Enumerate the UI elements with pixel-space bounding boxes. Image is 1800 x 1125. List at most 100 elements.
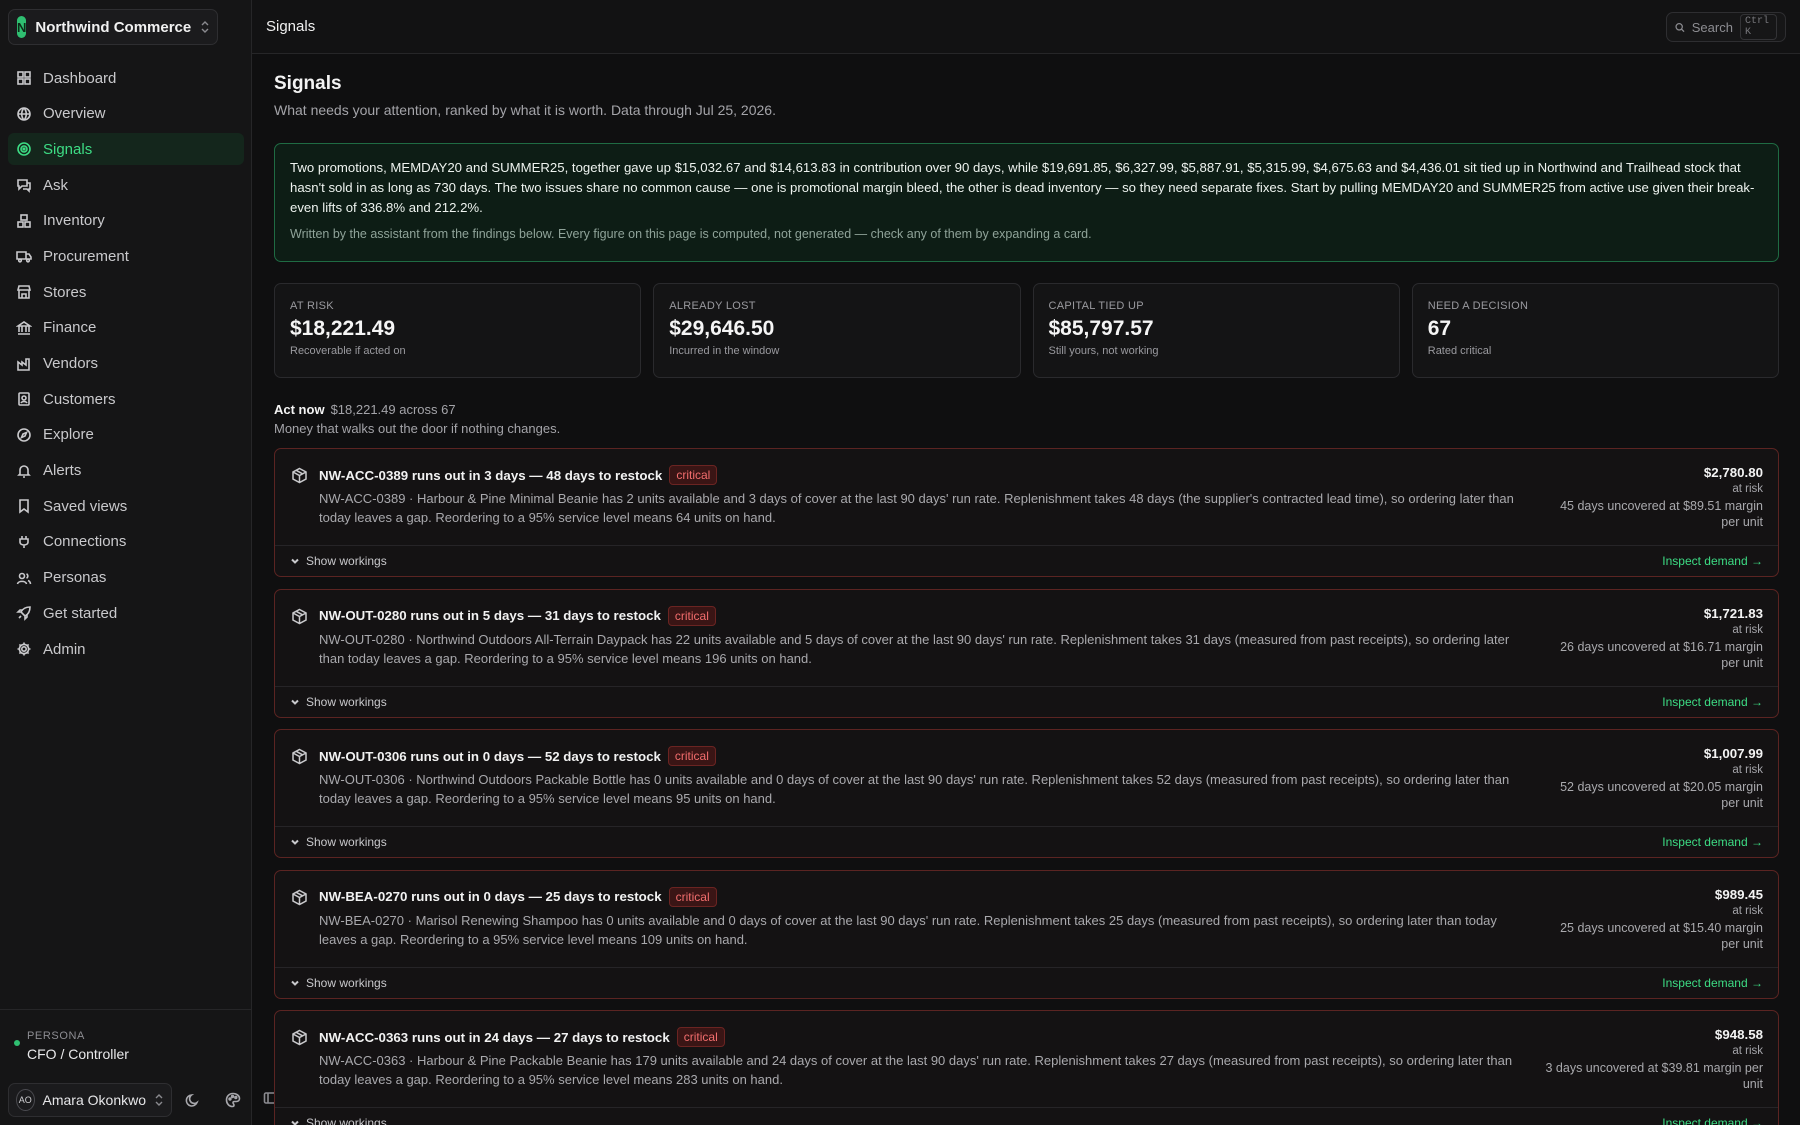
section-subtitle: Money that walks out the door if nothing…: [274, 421, 561, 436]
contact-icon: [16, 391, 32, 407]
signal-description: NW-BEA-0270 · Marisol Renewing Shampoo h…: [319, 912, 1497, 947]
bell-icon: [16, 463, 32, 479]
moon-icon[interactable]: [184, 1091, 202, 1109]
kpi-card-need-a-decision[interactable]: NEED A DECISION 67 Rated critical: [1411, 283, 1779, 378]
search-icon: [1675, 22, 1685, 32]
inspect-demand-link[interactable]: Inspect demand →: [1662, 1116, 1763, 1125]
sidebar-item-procurement[interactable]: Procurement: [8, 240, 244, 272]
signal-title-row: NW-ACC-0389 runs out in 3 days — 48 days…: [319, 465, 718, 485]
kpi-card-capital-tied-up[interactable]: CAPITAL TIED UP $85,797.57 Still yours, …: [1032, 283, 1400, 378]
package-icon: [291, 748, 308, 765]
sidebar-item-explore[interactable]: Explore: [8, 419, 244, 451]
sidebar-item-label: Get started: [43, 604, 118, 622]
signal-card[interactable]: NW-ACC-0389 runs out in 3 days — 48 days…: [274, 448, 1779, 577]
signal-footer: Show workings Inspect demand →: [275, 685, 1778, 717]
sidebar-item-label: Finance: [43, 319, 97, 337]
severity-badge: critical: [676, 1027, 725, 1047]
sidebar-item-stores[interactable]: Stores: [8, 276, 244, 308]
inspect-demand-link[interactable]: Inspect demand →: [1662, 976, 1763, 990]
signal-amount: $1,721.83: [1703, 605, 1763, 621]
signal-list: NW-ACC-0389 runs out in 3 days — 48 days…: [274, 448, 1779, 1125]
compass-icon: [16, 427, 32, 443]
kpi-card-already-lost[interactable]: ALREADY LOST $29,646.50 Incurred in the …: [653, 283, 1021, 378]
sidebar-item-alerts[interactable]: Alerts: [8, 455, 244, 487]
show-workings-toggle[interactable]: Show workings: [290, 554, 387, 568]
radar-icon: [16, 141, 32, 157]
signal-impact: $948.58 at risk 3 days uncovered at $39.…: [1543, 1027, 1764, 1092]
signal-amount: $2,780.80: [1703, 465, 1763, 480]
severity-badge: critical: [669, 465, 718, 485]
sidebar-item-connections[interactable]: Connections: [8, 526, 244, 558]
severity-badge: critical: [667, 746, 716, 766]
palette-icon[interactable]: [224, 1091, 242, 1109]
signal-impact: $1,007.99 at risk 52 days uncovered at $…: [1543, 746, 1763, 811]
sidebar-item-personas[interactable]: Personas: [8, 562, 244, 594]
user-menu[interactable]: AO Amara Okonkwo: [8, 1083, 172, 1117]
sidebar-item-label: Alerts: [43, 462, 82, 480]
signal-card[interactable]: NW-OUT-0306 runs out in 0 days — 52 days…: [274, 729, 1779, 858]
signal-uncovered: 26 days uncovered at $16.71 margin per u…: [1560, 639, 1763, 670]
kpi-card-at-risk[interactable]: AT RISK $18,221.49 Recoverable if acted …: [274, 283, 642, 378]
sidebar-item-overview[interactable]: Overview: [8, 98, 244, 130]
signal-footer: Show workings Inspect demand →: [275, 966, 1778, 998]
chevron-down-icon: [291, 980, 299, 986]
chevron-down-icon: [291, 699, 299, 705]
sidebar-item-label: Ask: [43, 176, 69, 194]
signal-description: NW-ACC-0363 · Harbour & Pine Packable Be…: [319, 1053, 1513, 1087]
persona-value[interactable]: CFO / Controller: [27, 1046, 129, 1062]
kpi-caption: Incurred in the window: [669, 345, 780, 357]
sidebar-item-finance[interactable]: Finance: [8, 312, 244, 344]
org-switcher[interactable]: N Northwind Commerce: [8, 9, 218, 45]
factory-icon: [16, 356, 32, 372]
search-input[interactable]: Search Ctrl K: [1666, 12, 1786, 42]
signal-uncovered: 45 days uncovered at $89.51 margin per u…: [1560, 499, 1763, 529]
sidebar-item-label: Customers: [43, 390, 116, 408]
persona-label: PERSONA: [27, 1030, 85, 1042]
inspect-demand-link[interactable]: Inspect demand →: [1662, 554, 1763, 568]
show-workings-toggle[interactable]: Show workings: [290, 976, 387, 990]
signal-impact: $989.45 at risk 25 days uncovered at $15…: [1543, 887, 1763, 952]
kpi-value: $18,221.49: [290, 317, 396, 340]
sidebar-item-get-started[interactable]: Get started: [8, 597, 244, 629]
signal-footer: Show workings Inspect demand →: [275, 545, 1778, 576]
show-workings-label: Show workings: [306, 1116, 387, 1125]
show-workings-toggle[interactable]: Show workings: [290, 695, 387, 709]
store-icon: [16, 284, 32, 300]
main-content: Signals What needs your attention, ranke…: [274, 54, 1779, 1125]
show-workings-toggle[interactable]: Show workings: [290, 835, 387, 849]
signal-card[interactable]: NW-ACC-0363 runs out in 24 days — 27 day…: [274, 1010, 1779, 1125]
sidebar-item-signals[interactable]: Signals: [8, 133, 244, 166]
breadcrumb: Signals: [266, 18, 316, 35]
sidebar-item-saved-views[interactable]: Saved views: [8, 490, 244, 522]
kpi-caption: Rated critical: [1427, 345, 1492, 357]
signal-title: NW-BEA-0270 runs out in 0 days — 25 days…: [319, 889, 662, 904]
sidebar-item-label: Vendors: [43, 355, 99, 372]
sidebar-item-ask[interactable]: Ask: [8, 169, 244, 201]
signal-amount: $989.45: [1714, 886, 1763, 902]
org-logo: N: [17, 16, 27, 38]
sidebar-item-vendors[interactable]: Vendors: [8, 348, 244, 380]
kpi-caption: Still yours, not working: [1048, 345, 1159, 357]
org-name: Northwind Commerce: [35, 18, 192, 36]
inspect-demand-link[interactable]: Inspect demand →: [1662, 835, 1763, 849]
signal-footer: Show workings Inspect demand →: [275, 826, 1778, 857]
show-workings-toggle[interactable]: Show workings: [290, 1116, 387, 1125]
bookmark-icon: [16, 498, 32, 514]
chevron-down-icon: [291, 558, 299, 564]
sidebar-item-customers[interactable]: Customers: [8, 383, 244, 415]
signal-card[interactable]: NW-BEA-0270 runs out in 0 days — 25 days…: [274, 869, 1779, 999]
show-workings-label: Show workings: [306, 975, 387, 990]
sidebar-item-dashboard[interactable]: Dashboard: [8, 62, 244, 94]
signal-amount-label: at risk: [1732, 483, 1763, 495]
signal-amount: $1,007.99: [1703, 746, 1763, 761]
signal-card[interactable]: NW-OUT-0280 runs out in 5 days — 31 days…: [274, 588, 1779, 718]
signal-title-row: NW-OUT-0306 runs out in 0 days — 52 days…: [319, 746, 716, 766]
package-icon: [291, 889, 308, 906]
show-workings-label: Show workings: [306, 694, 387, 709]
sidebar-item-admin[interactable]: Admin: [8, 633, 244, 665]
signal-amount-label: at risk: [1732, 1045, 1763, 1057]
inspect-demand-link[interactable]: Inspect demand →: [1662, 695, 1763, 709]
sidebar-item-inventory[interactable]: Inventory: [8, 205, 244, 237]
kpi-label: CAPITAL TIED UP: [1048, 300, 1144, 312]
assistant-summary: Two promotions, MEMDAY20 and SUMMER25, t…: [274, 143, 1779, 262]
